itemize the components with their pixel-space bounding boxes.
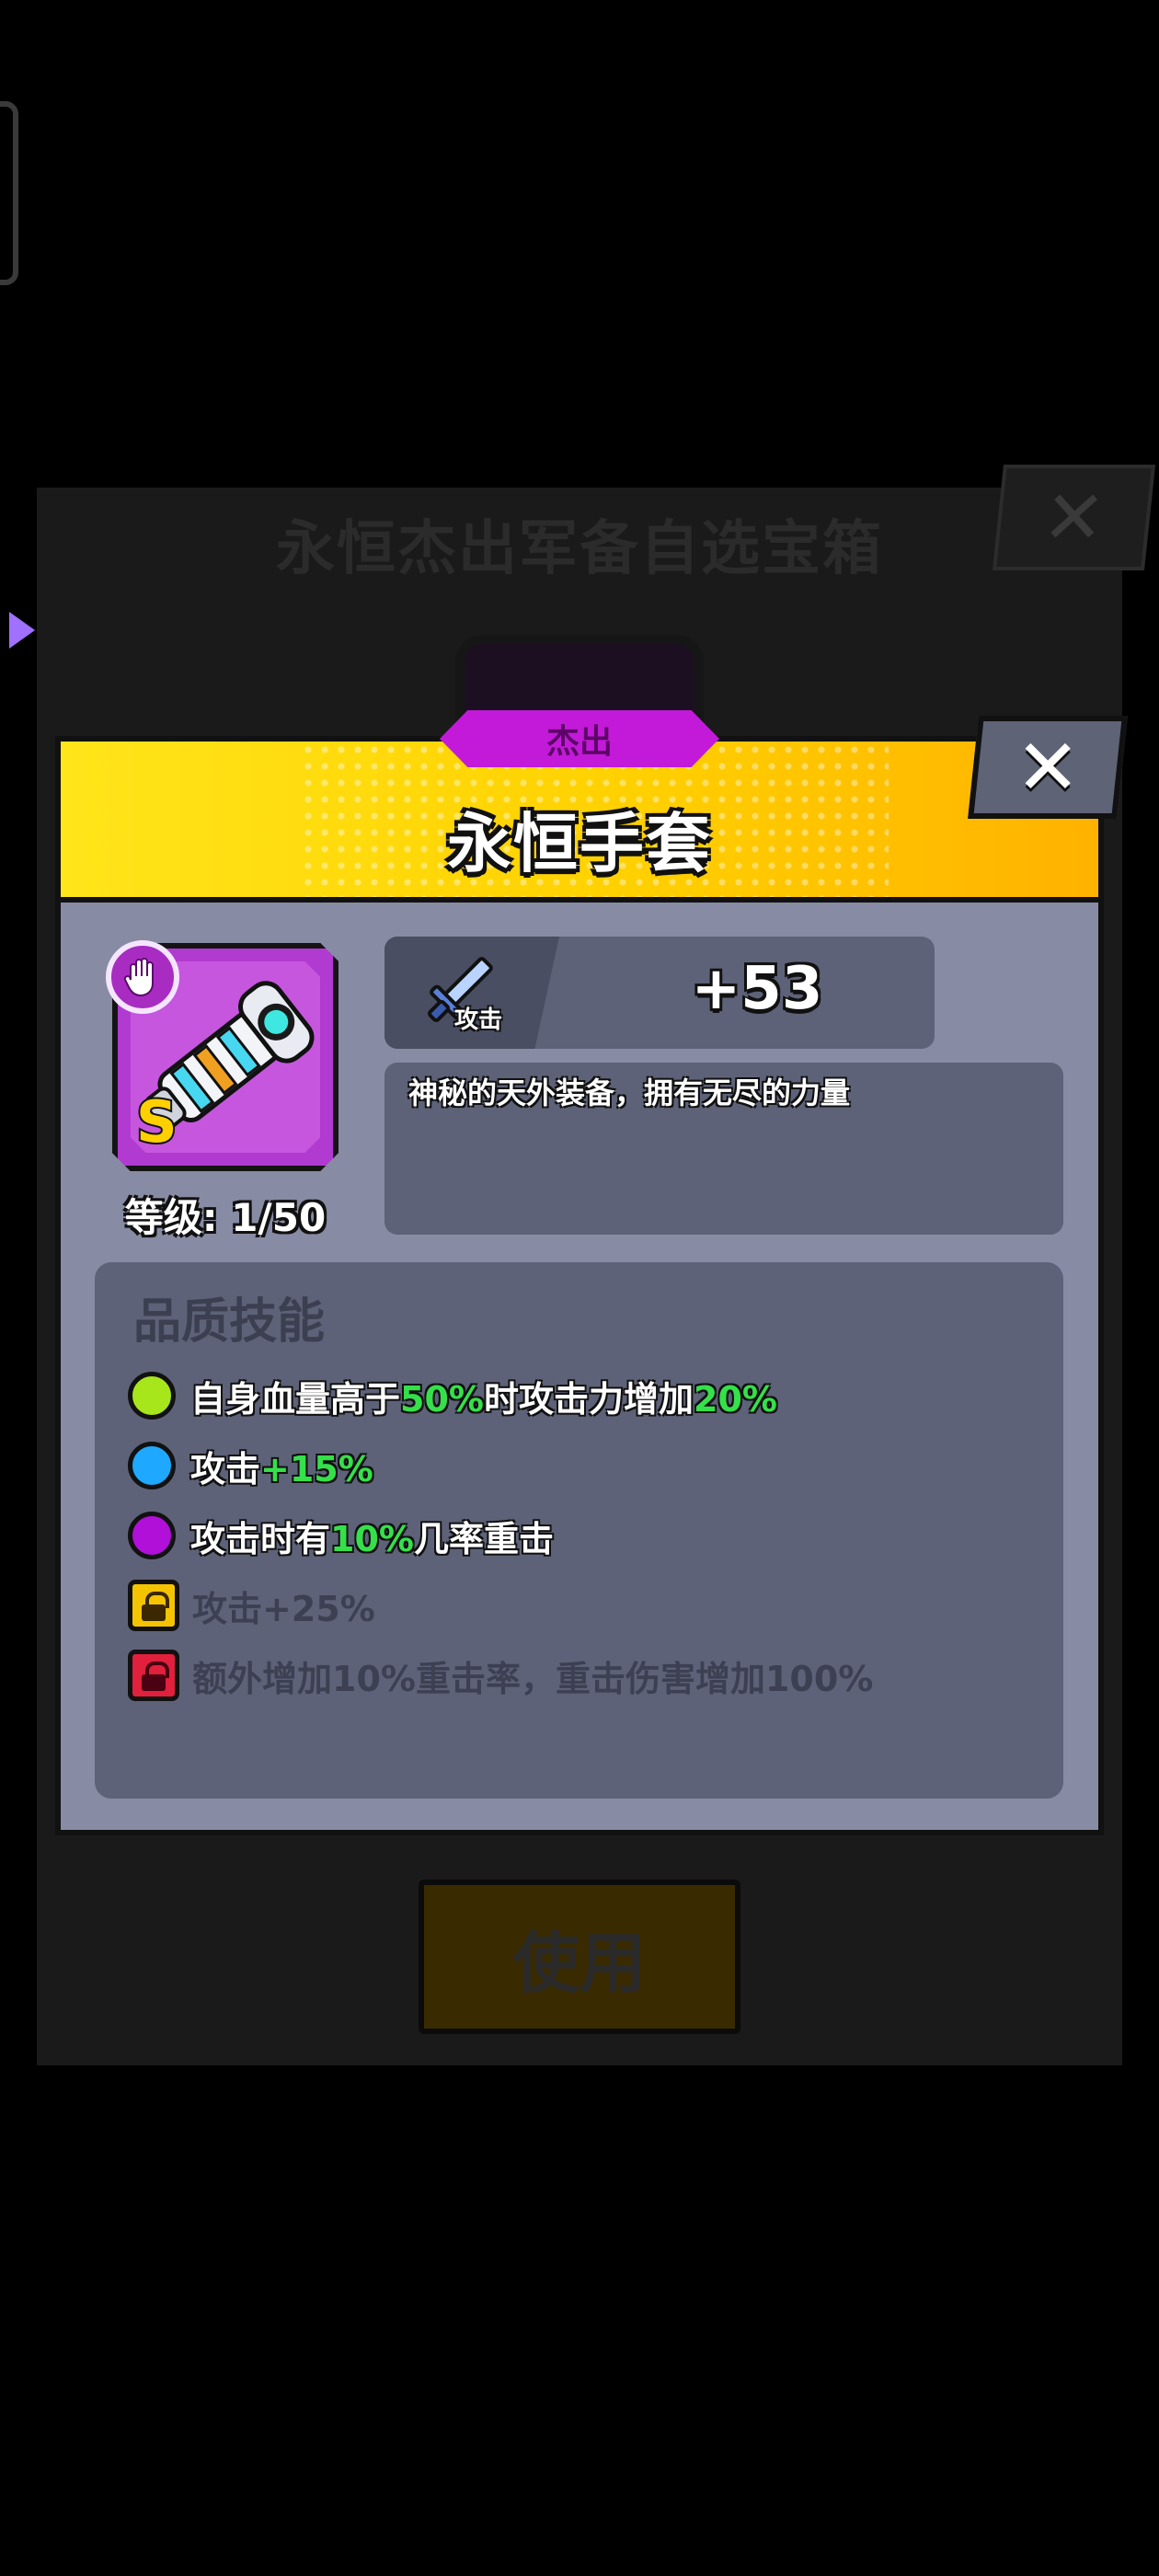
hand-icon — [123, 958, 154, 997]
skill-row: 攻击时有10%几率重击 — [128, 1508, 554, 1563]
item-grade: S — [136, 1088, 178, 1156]
chest-close-button[interactable]: ✕ — [992, 465, 1156, 570]
lock-icon — [128, 1650, 179, 1701]
item-description: 神秘的天外装备，拥有无尽的力量 — [408, 1075, 851, 1110]
skill-row-locked: 额外增加10%重击率，重击伤害增加100% — [128, 1648, 873, 1703]
skill-text-locked: 攻击+25% — [192, 1588, 375, 1629]
green-circle-icon — [128, 1372, 176, 1420]
purple-circle-icon — [128, 1512, 176, 1559]
rarity-banner: 杰出 — [440, 710, 719, 767]
skill-text: 攻击时有10%几率重击 — [190, 1518, 554, 1559]
skill-text: 攻击+15% — [190, 1448, 373, 1489]
item-description-box: 神秘的天外装备，拥有无尽的力量 — [384, 1063, 1063, 1235]
quality-skills-box: 品质技能 自身血量高于50%时攻击力增加20% 攻击+15% 攻击时有10%几率… — [95, 1262, 1063, 1799]
item-level: 等级: 1/50 — [124, 1195, 327, 1240]
skill-row: 攻击+15% — [128, 1438, 373, 1493]
item-name: 永恒手套 — [447, 806, 712, 881]
skills-title: 品质技能 — [133, 1294, 326, 1350]
skill-text-locked: 额外增加10%重击率，重击伤害增加100% — [192, 1658, 874, 1699]
chest-title: 永恒杰出军备自选宝箱 — [276, 515, 883, 583]
rarity-label: 杰出 — [545, 723, 613, 761]
blue-circle-icon — [128, 1442, 176, 1489]
close-button[interactable]: ✕ — [968, 716, 1128, 819]
close-icon: ✕ — [1015, 722, 1081, 812]
skill-row-locked: 攻击+25% — [128, 1578, 375, 1633]
side-frame — [0, 101, 18, 285]
side-arrow-icon[interactable] — [9, 612, 35, 649]
close-icon: ✕ — [1039, 475, 1109, 560]
lock-icon — [128, 1580, 179, 1631]
skill-row: 自身血量高于50%时攻击力增加20% — [128, 1368, 777, 1423]
attack-stat-bar: 攻击 +53 — [384, 937, 935, 1049]
stat-value: +53 — [691, 955, 823, 1023]
stat-icon-box: 攻击 — [384, 937, 559, 1049]
use-button[interactable]: 使用 — [419, 1880, 740, 2034]
glove-type-badge — [106, 940, 179, 1014]
stat-label: 攻击 — [454, 1006, 503, 1034]
skill-text: 自身血量高于50%时攻击力增加20% — [190, 1378, 777, 1420]
